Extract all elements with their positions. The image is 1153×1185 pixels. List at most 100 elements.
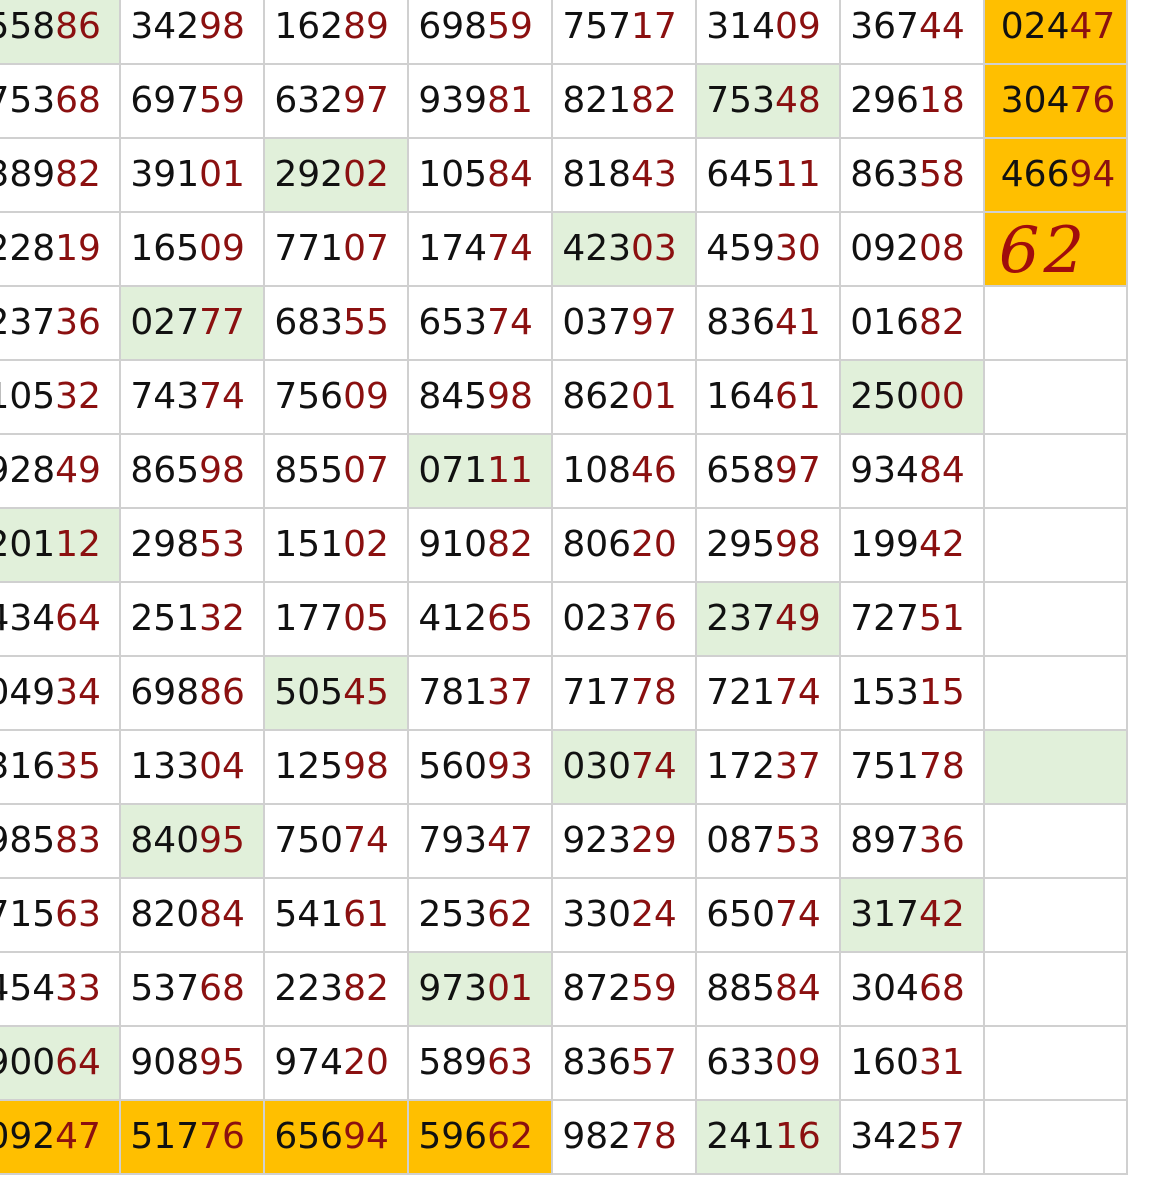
grid-cell[interactable]: 82084: [118, 877, 265, 953]
grid-cell[interactable]: 62: [982, 211, 1129, 287]
grid-cell[interactable]: 71563: [0, 877, 121, 953]
grid-cell[interactable]: [982, 581, 1129, 657]
grid-cell[interactable]: 08753: [694, 803, 841, 879]
grid-cell[interactable]: 98583: [0, 803, 121, 879]
grid-cell[interactable]: 16031: [838, 1025, 985, 1101]
grid-cell[interactable]: [982, 655, 1129, 731]
grid-cell[interactable]: 71778: [550, 655, 697, 731]
grid-cell[interactable]: 69759: [118, 63, 265, 139]
grid-cell[interactable]: 31635: [0, 729, 121, 805]
grid-cell[interactable]: 03074: [550, 729, 697, 805]
grid-cell[interactable]: 01682: [838, 285, 985, 361]
grid-cell[interactable]: 24116: [694, 1099, 841, 1175]
grid-cell[interactable]: 78137: [406, 655, 553, 731]
grid-cell[interactable]: 89736: [838, 803, 985, 879]
grid-cell[interactable]: 31742: [838, 877, 985, 953]
grid-cell[interactable]: 63309: [694, 1025, 841, 1101]
grid-cell[interactable]: 72751: [838, 581, 985, 657]
grid-cell[interactable]: 10532: [0, 359, 121, 435]
grid-cell[interactable]: 54161: [262, 877, 409, 953]
grid-cell[interactable]: 29202: [262, 137, 409, 213]
grid-cell[interactable]: 75178: [838, 729, 985, 805]
grid-cell[interactable]: [982, 803, 1129, 879]
grid-cell[interactable]: 09208: [838, 211, 985, 287]
grid-cell[interactable]: 58963: [406, 1025, 553, 1101]
grid-cell[interactable]: 04934: [0, 655, 121, 731]
grid-cell[interactable]: 65374: [406, 285, 553, 361]
grid-cell[interactable]: 33024: [550, 877, 697, 953]
grid-cell[interactable]: 45930: [694, 211, 841, 287]
grid-cell[interactable]: 17474: [406, 211, 553, 287]
grid-cell[interactable]: 87259: [550, 951, 697, 1027]
grid-cell[interactable]: 72174: [694, 655, 841, 731]
grid-cell[interactable]: 90064: [0, 1025, 121, 1101]
grid-cell[interactable]: 88584: [694, 951, 841, 1027]
grid-cell[interactable]: 64511: [694, 137, 841, 213]
grid-cell[interactable]: 23736: [0, 285, 121, 361]
grid-cell[interactable]: 34298: [118, 0, 265, 65]
grid-cell[interactable]: 63297: [262, 63, 409, 139]
grid-cell[interactable]: 39101: [118, 137, 265, 213]
grid-cell[interactable]: 69886: [118, 655, 265, 731]
grid-cell[interactable]: 98278: [550, 1099, 697, 1175]
grid-cell[interactable]: 83657: [550, 1025, 697, 1101]
grid-cell[interactable]: [982, 1099, 1129, 1175]
grid-cell[interactable]: 51776: [118, 1099, 265, 1175]
grid-cell[interactable]: 55886: [0, 0, 121, 65]
grid-cell[interactable]: 86358: [838, 137, 985, 213]
grid-cell[interactable]: 84095: [118, 803, 265, 879]
grid-cell[interactable]: 81843: [550, 137, 697, 213]
grid-cell[interactable]: 93981: [406, 63, 553, 139]
grid-cell[interactable]: 31409: [694, 0, 841, 65]
grid-cell[interactable]: 15102: [262, 507, 409, 583]
grid-cell[interactable]: 85507: [262, 433, 409, 509]
grid-cell[interactable]: [982, 1025, 1129, 1101]
grid-cell[interactable]: 97301: [406, 951, 553, 1027]
grid-cell[interactable]: 38982: [0, 137, 121, 213]
grid-cell[interactable]: 93484: [838, 433, 985, 509]
grid-cell[interactable]: 07111: [406, 433, 553, 509]
grid-cell[interactable]: 12598: [262, 729, 409, 805]
grid-cell[interactable]: [982, 359, 1129, 435]
grid-cell[interactable]: 23749: [694, 581, 841, 657]
grid-cell[interactable]: 22382: [262, 951, 409, 1027]
grid-cell[interactable]: 97420: [262, 1025, 409, 1101]
grid-cell[interactable]: 41265: [406, 581, 553, 657]
grid-cell[interactable]: 75368: [0, 63, 121, 139]
grid-cell[interactable]: 92849: [0, 433, 121, 509]
grid-cell[interactable]: 74374: [118, 359, 265, 435]
grid-cell[interactable]: 29598: [694, 507, 841, 583]
grid-cell[interactable]: 91082: [406, 507, 553, 583]
grid-cell[interactable]: 82182: [550, 63, 697, 139]
grid-cell[interactable]: 42303: [550, 211, 697, 287]
grid-cell[interactable]: 19942: [838, 507, 985, 583]
grid-cell[interactable]: 29853: [118, 507, 265, 583]
grid-cell[interactable]: [982, 433, 1129, 509]
grid-cell[interactable]: 59662: [406, 1099, 553, 1175]
grid-cell[interactable]: 10846: [550, 433, 697, 509]
grid-cell[interactable]: 20112: [0, 507, 121, 583]
grid-cell[interactable]: 77107: [262, 211, 409, 287]
grid-cell[interactable]: 75609: [262, 359, 409, 435]
grid-cell[interactable]: 86598: [118, 433, 265, 509]
grid-cell[interactable]: 02376: [550, 581, 697, 657]
grid-cell[interactable]: [982, 729, 1129, 805]
grid-cell[interactable]: 46694: [982, 137, 1129, 213]
grid-cell[interactable]: 02447: [982, 0, 1129, 65]
grid-cell[interactable]: 69859: [406, 0, 553, 65]
grid-cell[interactable]: 17237: [694, 729, 841, 805]
grid-cell[interactable]: 83641: [694, 285, 841, 361]
grid-cell[interactable]: 50545: [262, 655, 409, 731]
grid-cell[interactable]: 65694: [262, 1099, 409, 1175]
grid-cell[interactable]: 25132: [118, 581, 265, 657]
grid-cell[interactable]: 65074: [694, 877, 841, 953]
grid-cell[interactable]: [982, 507, 1129, 583]
grid-cell[interactable]: 16509: [118, 211, 265, 287]
grid-cell[interactable]: 30476: [982, 63, 1129, 139]
grid-cell[interactable]: 15315: [838, 655, 985, 731]
grid-cell[interactable]: 25362: [406, 877, 553, 953]
grid-cell[interactable]: 13304: [118, 729, 265, 805]
grid-cell[interactable]: 29618: [838, 63, 985, 139]
grid-cell[interactable]: 36744: [838, 0, 985, 65]
grid-cell[interactable]: 43464: [0, 581, 121, 657]
